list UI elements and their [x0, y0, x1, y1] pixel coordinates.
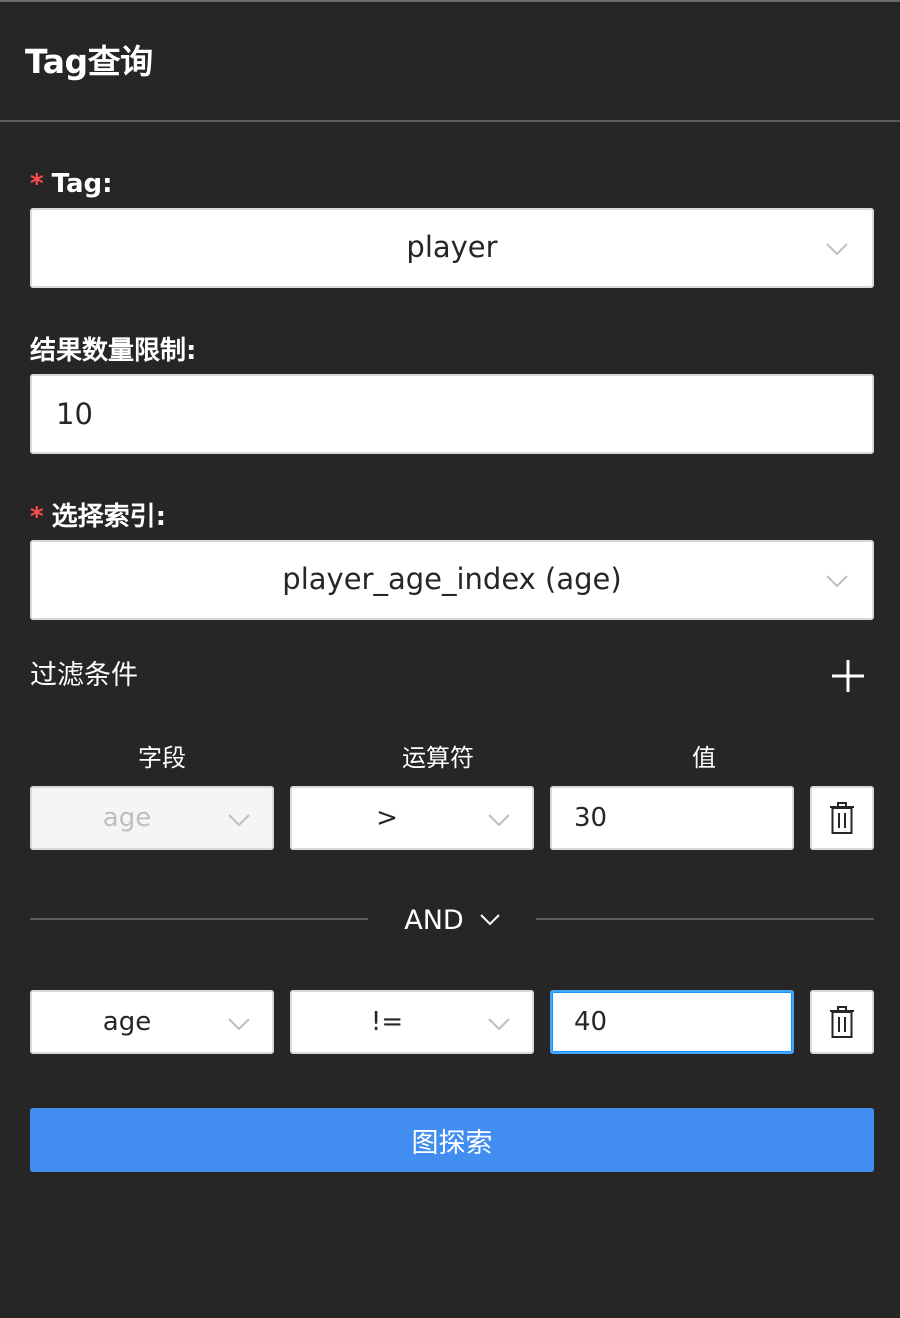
index-label-text: 选择索引 [51, 502, 156, 532]
index-select[interactable]: player_age_index (age) [30, 540, 874, 620]
chevron-down-icon [826, 575, 848, 587]
logic-operator-toggle[interactable]: AND [368, 900, 536, 940]
column-header-field: 字段 [138, 744, 186, 772]
delete-condition-button[interactable] [810, 990, 874, 1054]
column-header-operator: 运算符 [402, 744, 474, 772]
filter-operator-select[interactable]: > [290, 786, 534, 850]
chevron-down-icon [826, 243, 848, 255]
delete-condition-button[interactable] [810, 786, 874, 850]
limit-input-value: 10 [56, 397, 93, 431]
divider-left [30, 918, 368, 920]
tag-label-text: Tag [51, 169, 103, 199]
required-mark: * [30, 502, 44, 532]
top-border [0, 0, 900, 2]
header-divider [0, 120, 900, 122]
filter-value-input[interactable]: 40 [550, 990, 794, 1054]
chevron-down-icon [228, 814, 250, 826]
filter-field-value: age [102, 803, 152, 833]
label-colon: : [155, 502, 167, 532]
required-mark: * [30, 169, 44, 199]
tag-select-value: player [406, 230, 498, 264]
trash-icon [830, 1006, 854, 1038]
index-select-value: player_age_index (age) [282, 562, 622, 596]
tag-select[interactable]: player [30, 208, 874, 288]
chevron-down-icon [488, 814, 510, 826]
label-colon: : [102, 169, 113, 199]
filter-conditions-title: 过滤条件 [30, 660, 138, 691]
limit-label-text: 结果数量限制 [30, 336, 187, 366]
index-label: * 选择索引: [30, 500, 166, 534]
filter-field-select[interactable]: age [30, 786, 274, 850]
label-colon: : [186, 336, 197, 366]
filter-field-select[interactable]: age [30, 990, 274, 1054]
limit-label: 结果数量限制: [30, 334, 196, 368]
filter-value-input[interactable]: 30 [550, 786, 794, 850]
tag-label: * Tag: [30, 167, 113, 201]
column-header-value: 值 [692, 744, 716, 772]
limit-input[interactable]: 10 [30, 374, 874, 454]
graph-explore-button[interactable]: 图探索 [30, 1108, 874, 1172]
filter-value-text: 40 [574, 1007, 608, 1037]
divider-right [536, 918, 874, 920]
chevron-down-icon [480, 914, 500, 926]
filter-field-value: age [102, 1007, 152, 1037]
chevron-down-icon [488, 1018, 510, 1030]
filter-operator-select[interactable]: != [290, 990, 534, 1054]
plus-icon[interactable] [828, 656, 868, 696]
filter-operator-value: > [376, 803, 398, 833]
filter-value-text: 30 [574, 803, 608, 833]
chevron-down-icon [228, 1018, 250, 1030]
filter-operator-value: != [370, 1007, 404, 1037]
logic-operator-value: AND [404, 904, 464, 936]
panel-title: Tag查询 [25, 42, 153, 81]
trash-icon [830, 802, 854, 834]
